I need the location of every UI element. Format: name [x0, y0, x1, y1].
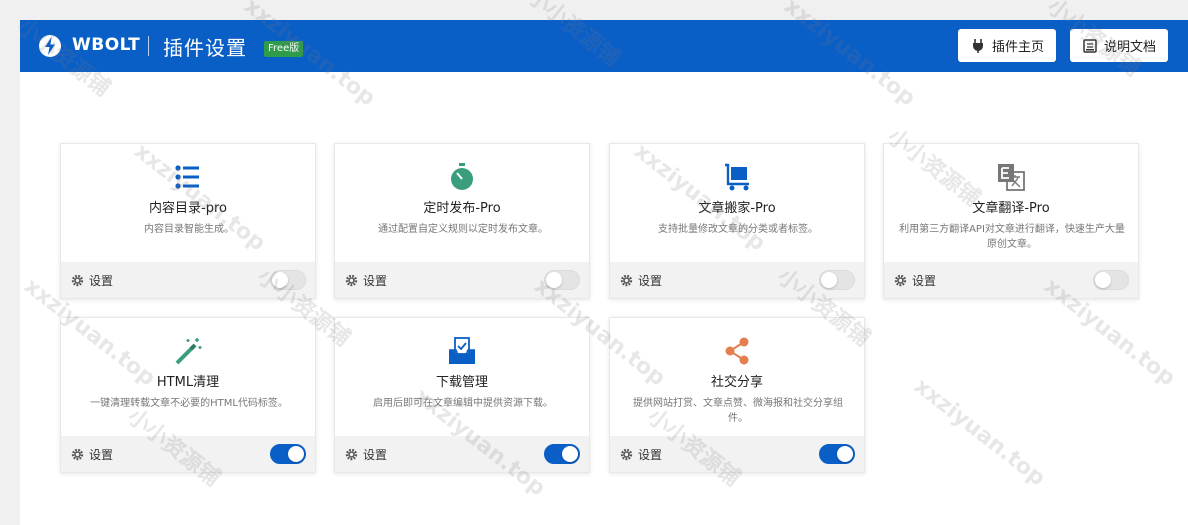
list-icon	[175, 165, 199, 189]
share-icon	[725, 337, 749, 365]
plugin-card-download-manager: 下载管理 启用后即可在文章编辑中提供资源下载。 设置	[334, 317, 590, 473]
plugin-home-button[interactable]: 插件主页	[958, 29, 1057, 62]
plugin-title: 下载管理	[435, 375, 488, 390]
plugin-settings-link[interactable]: 设置	[620, 446, 662, 463]
settings-label: 设置	[363, 274, 388, 288]
plugin-card-html-cleaner: HTML清理 一键清理转载文章不必要的HTML代码标签。 设置	[60, 317, 316, 473]
settings-label: 设置	[912, 274, 937, 288]
page-title: 插件设置	[163, 36, 247, 60]
plugin-enable-toggle[interactable]	[819, 270, 855, 290]
plugin-settings-link[interactable]: 设置	[620, 272, 662, 289]
brand-name: WBOLT	[72, 35, 141, 55]
gear-icon	[345, 274, 358, 287]
plugin-description: 利用第三方翻译API对文章进行翻译，快速生产大量原创文章。	[899, 224, 1125, 250]
plugin-description: 一键清理转载文章不必要的HTML代码标签。	[90, 398, 288, 409]
gear-icon	[71, 448, 84, 461]
plugin-title: 内容目录-pro	[149, 201, 227, 216]
plugin-settings-link[interactable]: 设置	[345, 272, 387, 289]
gear-icon	[620, 274, 633, 287]
plugin-description: 启用后即可在文章编辑中提供资源下载。	[373, 398, 553, 409]
edition-badge: Free版	[264, 41, 304, 57]
plugin-description: 通过配置自定义规则以定时发布文章。	[378, 224, 548, 235]
plugin-home-label: 插件主页	[992, 40, 1045, 55]
top-header-bar: WBOLT 插件设置 Free版 插件主页 说明文档	[20, 20, 1188, 72]
translate-icon	[998, 164, 1025, 191]
plugin-title: 文章翻译-Pro	[972, 201, 1050, 216]
settings-label: 设置	[89, 448, 114, 462]
plugin-settings-window: WBOLT 插件设置 Free版 插件主页 说明文档 内容目录-pro 内容目录…	[20, 20, 1188, 525]
toggle-knob	[821, 272, 837, 288]
plugin-settings-link[interactable]: 设置	[71, 272, 113, 289]
settings-label: 设置	[363, 448, 388, 462]
plugin-description: 提供网站打赏、文章点赞、微海报和社交分享组件。	[633, 398, 843, 424]
document-icon	[1083, 38, 1097, 53]
toggle-knob	[272, 272, 288, 288]
plugin-title: 社交分享	[710, 375, 763, 390]
toggle-knob	[288, 446, 304, 462]
plugin-settings-link[interactable]: 设置	[345, 446, 387, 463]
docs-button[interactable]: 说明文档	[1070, 29, 1169, 62]
plugin-card-article-mover: 文章搬家-Pro 支持批量修改文章的分类或者标签。 设置	[609, 143, 865, 299]
plugin-title: 文章搬家-Pro	[698, 201, 776, 216]
download-tray-icon	[449, 337, 475, 364]
settings-label: 设置	[638, 448, 663, 462]
plugin-card-article-translate: 文章翻译-Pro 利用第三方翻译API对文章进行翻译，快速生产大量原创文章。 设…	[883, 143, 1139, 299]
plugin-card-scheduled-publish: 定时发布-Pro 通过配置自定义规则以定时发布文章。 设置	[334, 143, 590, 299]
plugin-title: 定时发布-Pro	[423, 201, 501, 216]
header-divider	[148, 36, 149, 56]
plugin-settings-link[interactable]: 设置	[71, 446, 113, 463]
plug-icon	[973, 38, 983, 53]
toggle-knob	[546, 272, 562, 288]
toggle-knob	[837, 446, 853, 462]
gear-icon	[620, 448, 633, 461]
plugin-title: HTML清理	[156, 375, 220, 390]
gear-icon	[345, 448, 358, 461]
settings-label: 设置	[89, 274, 114, 288]
plugin-card-social-share: 社交分享 提供网站打赏、文章点赞、微海报和社交分享组件。 设置	[609, 317, 865, 473]
plugin-enable-toggle[interactable]	[819, 444, 855, 464]
plugin-enable-toggle[interactable]	[544, 270, 580, 290]
gear-icon	[894, 274, 907, 287]
plugin-description: 内容目录智能生成。	[144, 224, 234, 235]
docs-label: 说明文档	[1104, 40, 1157, 55]
plugin-settings-link[interactable]: 设置	[894, 272, 936, 289]
toggle-knob	[562, 446, 578, 462]
wbolt-logo-icon	[39, 35, 61, 57]
plugin-enable-toggle[interactable]	[270, 270, 306, 290]
settings-label: 设置	[638, 274, 663, 288]
timer-icon	[451, 163, 473, 190]
gear-icon	[71, 274, 84, 287]
toggle-knob	[1095, 272, 1111, 288]
magic-wand-icon	[175, 338, 202, 365]
cart-icon	[725, 163, 749, 191]
plugin-enable-toggle[interactable]	[1093, 270, 1129, 290]
plugin-enable-toggle[interactable]	[270, 444, 306, 464]
plugin-description: 支持批量修改文章的分类或者标签。	[658, 224, 818, 235]
plugin-card-content-toc: 内容目录-pro 内容目录智能生成。 设置	[60, 143, 316, 299]
plugin-enable-toggle[interactable]	[544, 444, 580, 464]
